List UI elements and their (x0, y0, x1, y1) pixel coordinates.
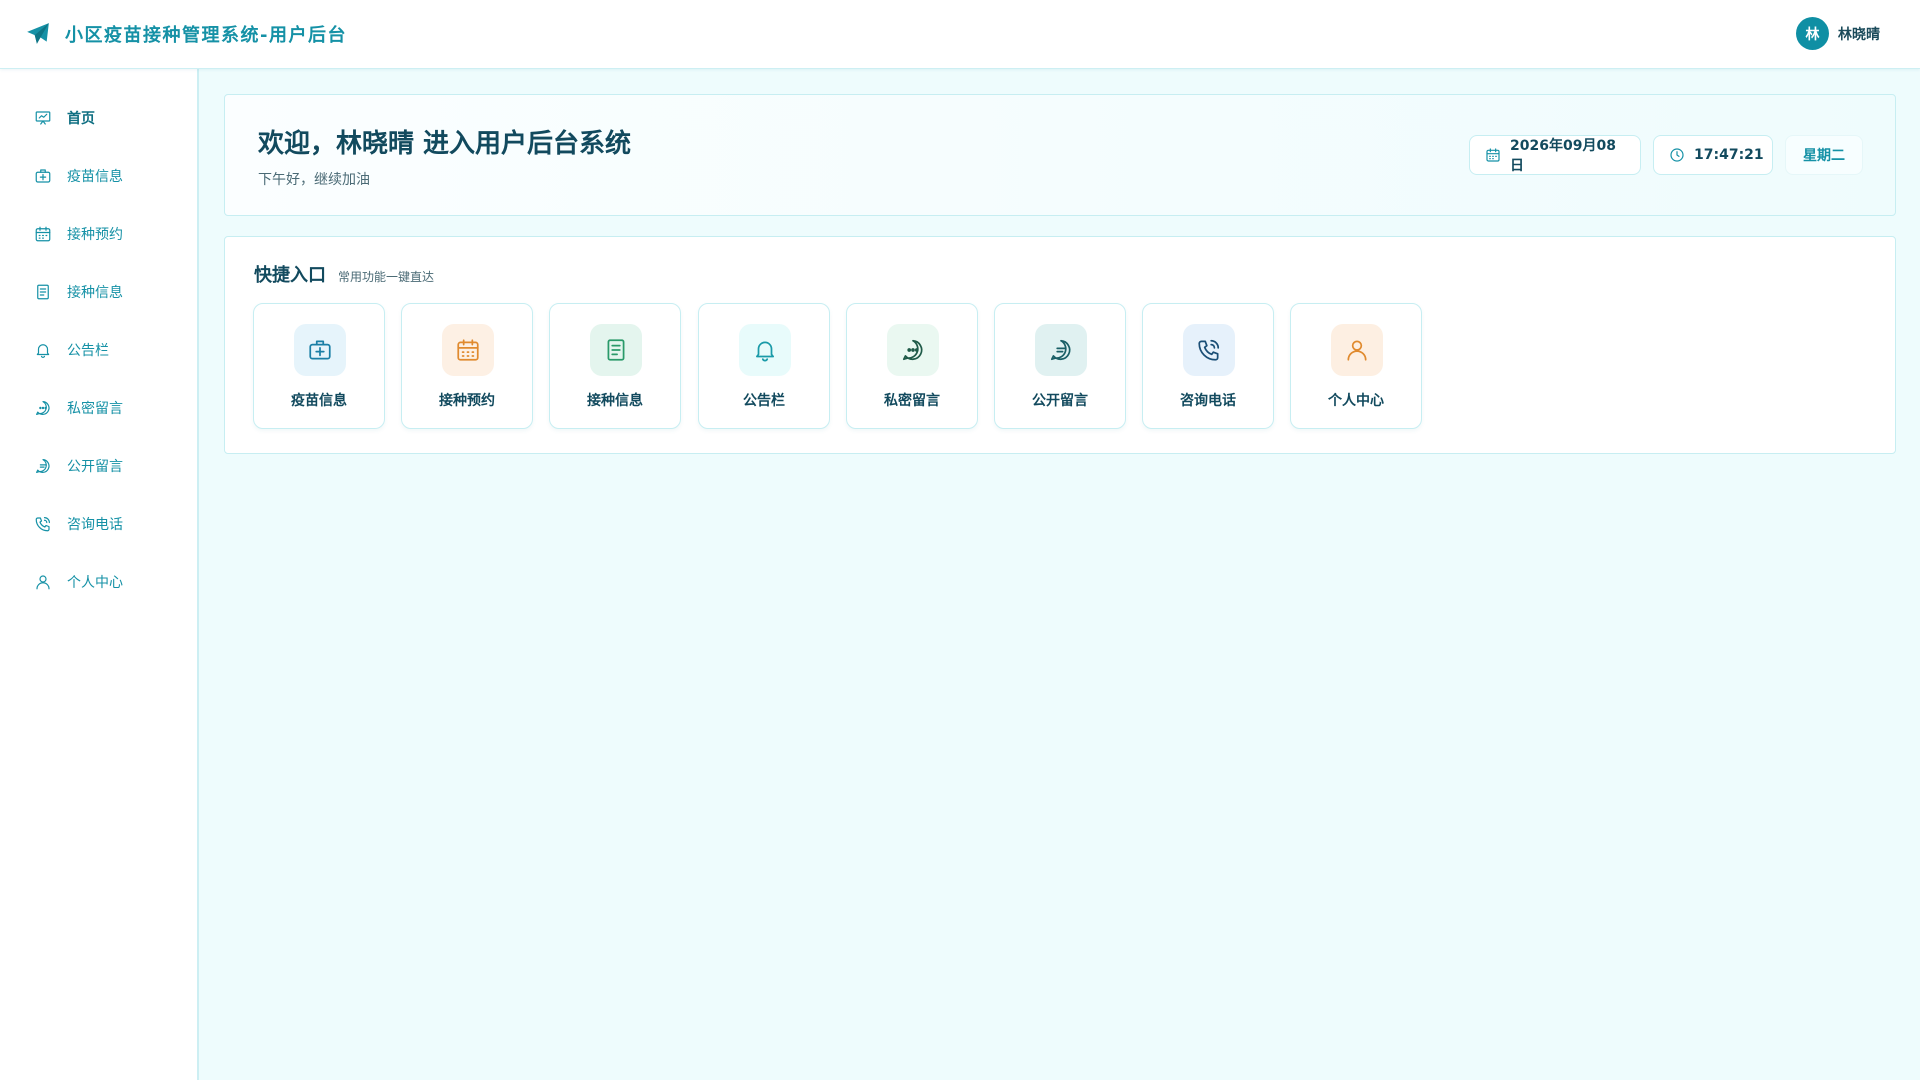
bell-icon (34, 341, 52, 359)
sidebar-item-label: 首页 (67, 111, 95, 127)
quick-access-title: 快捷入口 (254, 265, 326, 286)
sidebar-item-label: 个人中心 (67, 575, 123, 591)
sidebar-item-label: 疫苗信息 (67, 169, 123, 185)
tile-label: 个人中心 (1328, 393, 1384, 409)
sidebar-item-vaccine-info[interactable]: 疫苗信息 (34, 164, 123, 188)
medical-kit-icon (294, 324, 346, 376)
time-text: 17:47:21 (1694, 147, 1764, 163)
calendar-icon (442, 324, 494, 376)
avatar[interactable]: 林 (1796, 17, 1829, 50)
date-chip: 2026年09月08日 (1469, 135, 1641, 175)
sidebar-item-private-message[interactable]: 私密留言 (34, 396, 123, 420)
sidebar-item-bulletin[interactable]: 公告栏 (34, 338, 109, 362)
welcome-title: 欢迎，林晓晴 进入用户后台系统 (258, 129, 632, 159)
quick-tile-bulletin[interactable]: 公告栏 (698, 303, 830, 429)
quick-tile-public-message[interactable]: 公开留言 (994, 303, 1126, 429)
date-text: 2026年09月08日 (1510, 138, 1616, 174)
weekday-chip: 星期二 (1785, 135, 1863, 175)
top-bar: 小区疫苗接种管理系统-用户后台 林 林晓晴 (0, 0, 1920, 69)
quick-access-header: 快捷入口 常用功能一键直达 (254, 261, 434, 287)
chat-lines-icon (34, 457, 52, 475)
sidebar-item-profile[interactable]: 个人中心 (34, 570, 123, 594)
sidebar-item-hotline[interactable]: 咨询电话 (34, 512, 123, 536)
quick-tile-profile[interactable]: 个人中心 (1290, 303, 1422, 429)
chat-dots-icon (34, 399, 52, 417)
quick-tile-vaccination-info[interactable]: 接种信息 (549, 303, 681, 429)
home-chart-icon (34, 109, 52, 127)
quick-access-card: 快捷入口 常用功能一键直达 疫苗信息 接种预约 接种信息 公告栏 私密留言 公开… (224, 236, 1896, 454)
user-name[interactable]: 林晓晴 (1838, 24, 1880, 44)
sidebar-item-label: 接种预约 (67, 227, 123, 243)
sidebar-item-appointment[interactable]: 接种预约 (34, 222, 123, 246)
clock-icon (1669, 147, 1685, 163)
phone-icon (34, 515, 52, 533)
welcome-subtitle: 下午好，继续加油 (258, 172, 370, 188)
calendar-icon (1485, 147, 1501, 163)
medical-kit-icon (34, 167, 52, 185)
tile-label: 疫苗信息 (291, 393, 347, 409)
sidebar-item-public-message[interactable]: 公开留言 (34, 454, 123, 478)
quick-tile-appointment[interactable]: 接种预约 (401, 303, 533, 429)
tile-label: 私密留言 (884, 393, 940, 409)
weekday-text: 星期二 (1803, 148, 1845, 164)
quick-tile-private-message[interactable]: 私密留言 (846, 303, 978, 429)
quick-access-subtitle: 常用功能一键直达 (338, 270, 435, 284)
sidebar-item-home[interactable]: 首页 (34, 106, 95, 130)
app-title: 小区疫苗接种管理系统-用户后台 (65, 25, 347, 46)
brand[interactable]: 小区疫苗接种管理系统-用户后台 (25, 21, 347, 47)
tile-label: 咨询电话 (1180, 393, 1236, 409)
user-icon (1331, 324, 1383, 376)
sidebar-item-vaccination-info[interactable]: 接种信息 (34, 280, 123, 304)
bell-icon (739, 324, 791, 376)
tile-label: 公开留言 (1032, 393, 1088, 409)
sidebar-item-label: 公告栏 (67, 343, 109, 359)
user-menu[interactable]: 林 林晓晴 (1796, 17, 1880, 50)
chat-lines-icon (1035, 324, 1087, 376)
tile-label: 接种信息 (587, 393, 643, 409)
time-chip: 17:47:21 (1653, 135, 1773, 175)
calendar-icon (34, 225, 52, 243)
sidebar-item-label: 私密留言 (67, 401, 123, 417)
paper-plane-icon (25, 21, 51, 47)
document-icon (590, 324, 642, 376)
tile-label: 公告栏 (743, 393, 785, 409)
sidebar-item-label: 接种信息 (67, 285, 123, 301)
tile-label: 接种预约 (439, 393, 495, 409)
chat-dots-icon (887, 324, 939, 376)
welcome-card: 欢迎，林晓晴 进入用户后台系统 下午好，继续加油 2026年09月08日 17:… (224, 94, 1896, 216)
quick-tile-hotline[interactable]: 咨询电话 (1142, 303, 1274, 429)
phone-icon (1183, 324, 1235, 376)
sidebar-item-label: 咨询电话 (67, 517, 123, 533)
user-icon (34, 573, 52, 591)
sidebar-item-label: 公开留言 (67, 459, 123, 475)
sidebar: 首页 疫苗信息 接种预约 接种信息 公告栏 私密留言 公开留言 咨询电话 个人中… (0, 69, 199, 1080)
quick-tile-vaccine-info[interactable]: 疫苗信息 (253, 303, 385, 429)
document-icon (34, 283, 52, 301)
